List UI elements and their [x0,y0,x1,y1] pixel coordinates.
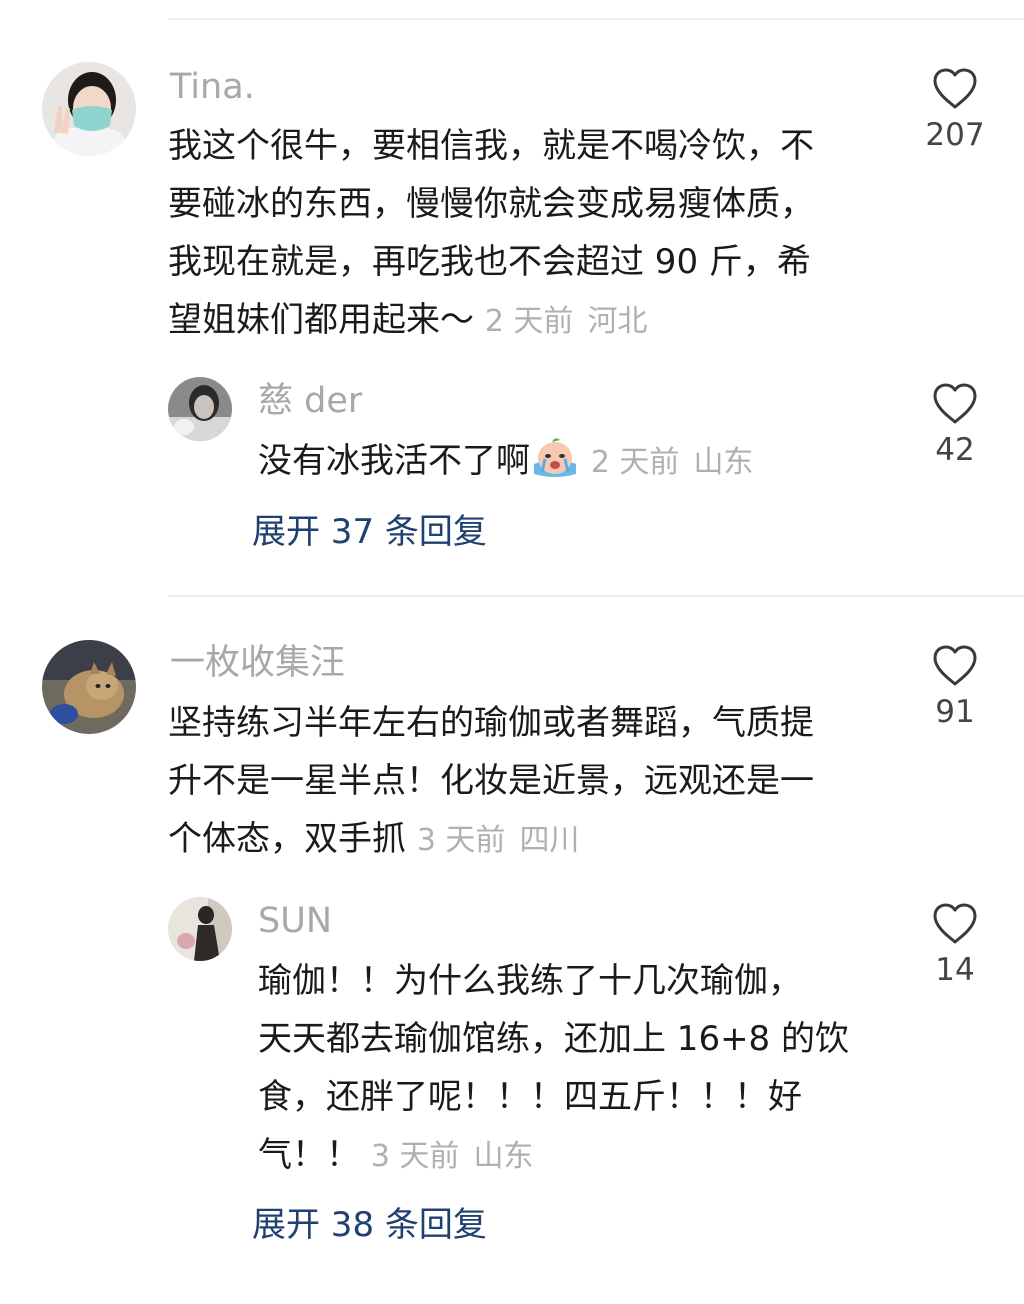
comment-time: 2 天前 [484,304,574,339]
reply-meta: 3 天前 山东 [371,1139,534,1174]
heart-icon [910,383,1000,425]
heart-icon [910,68,1000,110]
heart-icon [910,645,1000,687]
reply-time: 3 天前 [370,1139,460,1174]
like-count: 207 [925,117,985,153]
reply-like-button[interactable]: 14 [910,903,1000,986]
reply-line: 没有冰我活不了啊 [258,441,530,481]
comment-time: 3 天前 [416,823,506,858]
reply-avatar[interactable] [168,897,232,961]
comment-line: 望姐妹们都用起来～ [168,300,474,340]
reply-like-button[interactable]: 42 [910,383,1000,466]
avatar[interactable] [42,640,136,734]
expand-replies-link[interactable]: 展开 37 条回复 [252,515,487,549]
reply-username[interactable]: SUN [258,904,332,939]
reply-line: 瑜伽！！为什么我练了十几次瑜伽， [258,961,802,1001]
comment-line: 坚持练习半年左右的瑜伽或者舞蹈，气质提 [168,703,814,743]
heart-icon [910,903,1000,945]
reply-body: 没有冰我活不了啊 2 天前 山东 [258,432,888,492]
reply-line: 天天都去瑜伽馆练，还加上 16+8 的饮 [258,1019,849,1059]
reply-meta: 2 天前 山东 [591,445,754,480]
reply-body: 瑜伽！！为什么我练了十几次瑜伽， 天天都去瑜伽馆练，还加上 16+8 的饮 食，… [258,952,888,1186]
comment-meta: 2 天前 河北 [485,304,648,339]
comment-line: 个体态，双手抓 [168,819,406,859]
like-count: 91 [935,694,975,730]
reply-time: 2 天前 [590,445,680,480]
like-count: 42 [935,432,975,468]
like-button[interactable]: 207 [910,68,1000,151]
comment-location: 河北 [587,304,648,339]
expand-replies-link[interactable]: 展开 38 条回复 [252,1208,487,1242]
reply-line: 食，还胖了呢！！！四五斤！！！好 [258,1077,802,1117]
like-button[interactable]: 91 [910,645,1000,728]
crying-emoji-icon [530,434,580,480]
comment-line: 我现在就是，再吃我也不会超过 90 斤，希 [168,242,811,282]
reply-line: 气！！ [258,1135,360,1175]
reply-location: 山东 [473,1139,534,1174]
avatar[interactable] [42,62,136,156]
comment-line: 升不是一星半点！化妆是近景，远观还是一 [168,761,814,801]
comment-body: 坚持练习半年左右的瑜伽或者舞蹈，气质提 升不是一星半点！化妆是近景，远观还是一 … [168,694,888,870]
divider-top [168,18,1024,20]
reply-username[interactable]: 慈 der [258,384,362,419]
comment-username[interactable]: Tina. [170,70,255,105]
comment-username[interactable]: 一枚收集汪 [170,646,345,681]
reply-location: 山东 [693,445,754,480]
comment-body: 我这个很牛，要相信我，就是不喝冷饮，不 要碰冰的东西，慢慢你就会变成易瘦体质， … [168,117,888,351]
comment-line: 要碰冰的东西，慢慢你就会变成易瘦体质， [168,184,814,224]
comment-meta: 3 天前 四川 [417,823,580,858]
divider [168,595,1024,597]
comment-location: 四川 [519,823,580,858]
comment-line: 我这个很牛，要相信我，就是不喝冷饮，不 [168,126,814,166]
like-count: 14 [935,952,975,988]
reply-avatar[interactable] [168,377,232,441]
